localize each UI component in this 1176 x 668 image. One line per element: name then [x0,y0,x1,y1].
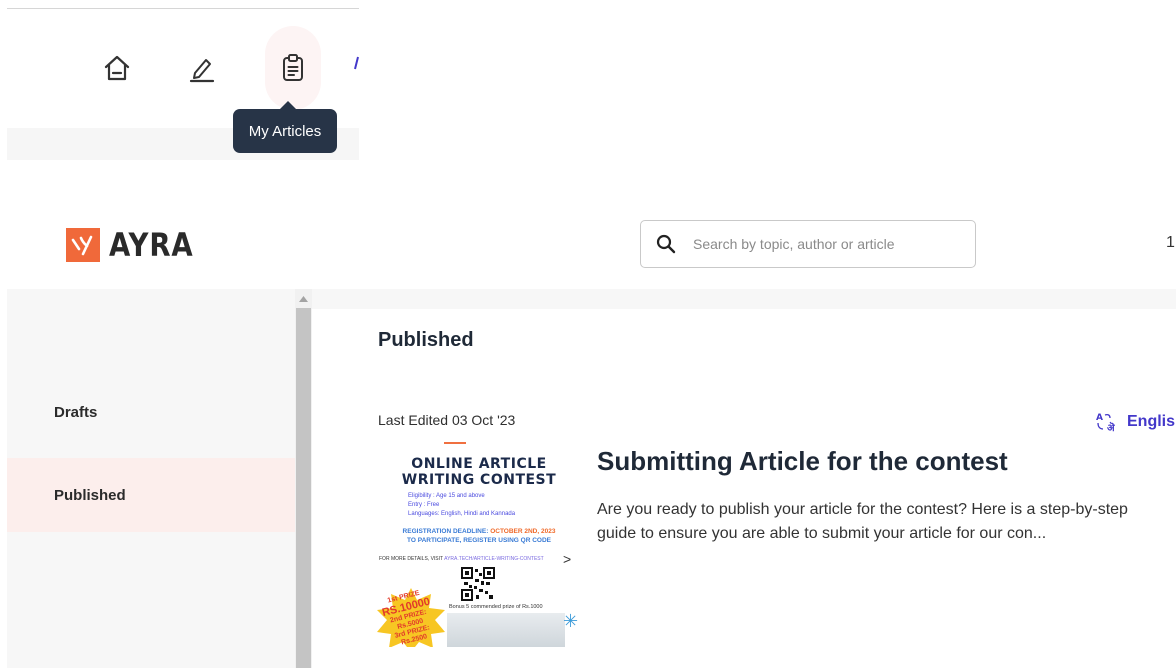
sidebar-item-label: Drafts [54,403,98,421]
thumbnail-accent-dash [444,442,466,444]
arrow-right-icon: > [563,551,572,567]
thumbnail-registration: REGISTRATION DEADLINE: OCTOBER 2ND, 2023… [377,527,581,545]
svg-text:ऄ: ऄ [1107,421,1116,433]
clipped-header-text: 1 [1166,234,1175,251]
thumbnail-heading-line: ONLINE ARTICLE [411,456,547,472]
details-link: AYRA.TECH/ARTICLE-WRITING-CONTEST [444,556,544,562]
clipboard-articles-icon[interactable] [265,26,321,110]
scroll-up-arrow-icon[interactable] [295,292,312,306]
language-selector[interactable]: A ऄ English [1095,411,1176,433]
article-description: Are you ready to publish your article fo… [597,501,1128,542]
my-articles-tooltip: My Articles [233,109,337,153]
article-title[interactable]: Submitting Article for the contest [597,446,1008,477]
clipped-icon [354,56,360,70]
thumbnail-eligibility: Eligibility : Age 15 and above [408,493,485,499]
thumbnail-meta: Eligibility : Age 15 and above Entry : F… [408,492,515,519]
desk-photo [447,613,565,647]
article-thumbnail[interactable]: ONLINE ARTICLE WRITING CONTEST Eligibili… [377,441,581,647]
sidebar-item-label: Published [54,486,126,504]
edit-pen-icon[interactable] [184,50,220,86]
deadline-value: OCTOBER 2ND, 2023 [490,528,556,535]
brand-name: AYRA [109,226,194,264]
sidebar-item-drafts[interactable]: Drafts [7,375,295,449]
thumbnail-entry: Entry : Free [408,502,440,508]
sparkle-icon: ✳ [563,611,579,631]
page-title: Published [378,329,474,351]
scrollbar-thumb[interactable] [296,308,311,668]
divider [7,8,359,9]
ayra-logo[interactable]: AYRA [66,226,207,264]
last-edited-date: Last Edited 03 Oct '23 [378,412,516,428]
search-input[interactable] [691,235,955,253]
sidebar: Drafts Published [7,289,295,668]
svg-text:A: A [1096,413,1103,423]
search-box[interactable] [640,220,976,268]
thumbnail-languages: Languages: English, Hindi and Kannada [408,511,516,517]
deadline-label: REGISTRATION DEADLINE: [402,528,489,535]
register-text: TO PARTICIPATE, REGISTER USING QR CODE [407,537,551,544]
language-label: English [1127,413,1176,430]
details-prefix: FOR MORE DETAILS, VISIT [379,556,443,562]
search-icon [655,233,677,255]
home-icon[interactable] [99,50,135,86]
thumbnail-details: FOR MORE DETAILS, VISIT AYRA.TECH/ARTICL… [379,556,544,562]
bonus-text: Bonus 5 commended prize of Rs.1000 [449,604,543,610]
thumbnail-heading-line: WRITING CONTEST [401,472,557,488]
logo-mark-icon [66,228,100,262]
translate-icon: A ऄ [1096,413,1116,433]
toolbar-inset: My Articles [7,0,359,160]
qr-code-icon [461,567,495,601]
thumbnail-heading: ONLINE ARTICLE WRITING CONTEST [377,456,581,488]
sidebar-item-published[interactable]: Published [7,458,295,532]
